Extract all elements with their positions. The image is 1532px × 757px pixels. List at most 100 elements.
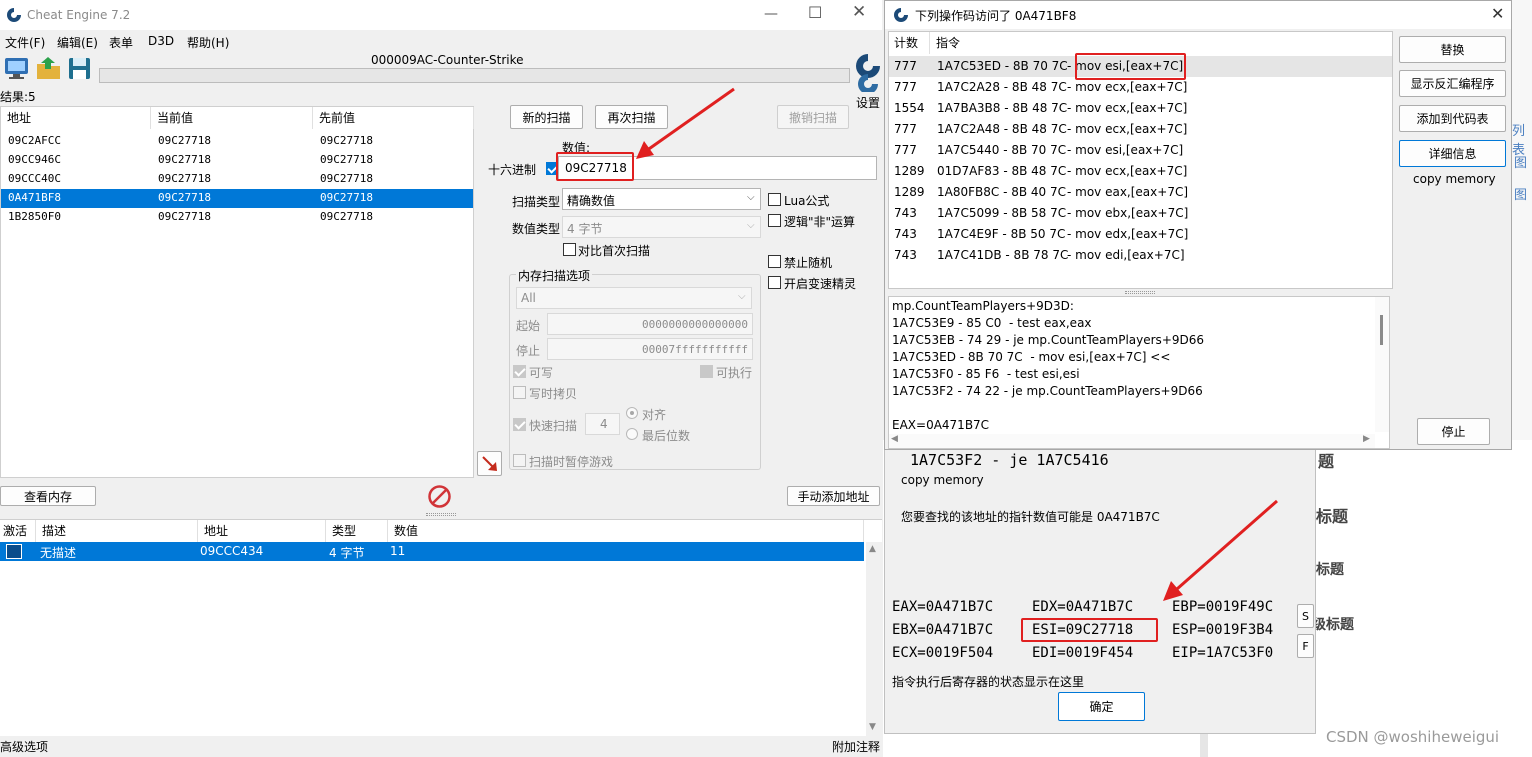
executable-checkbox[interactable] [700, 365, 713, 378]
computer-icon [5, 58, 28, 79]
fast-scan-input[interactable]: 4 [585, 413, 620, 435]
clear-list-button[interactable] [427, 484, 452, 509]
show-disassembler-button[interactable]: 显示反汇编程序 [1399, 70, 1506, 97]
opcode-row[interactable]: 743 1A7C5099 - 8B 58 7C - mov ebx,[eax+7C] [889, 203, 1392, 224]
more-info-button[interactable]: 详细信息 [1399, 140, 1506, 167]
menu-edit[interactable]: 编辑(E) [57, 34, 98, 51]
result-row[interactable]: 1B2850F0 09C27718 09C27718 [1, 208, 473, 227]
table-header-type[interactable]: 类型 [326, 520, 388, 542]
dialog-close-button[interactable]: ✕ [1491, 4, 1504, 23]
opcode-instruction: - mov edx,[eax+7C] [1067, 227, 1189, 241]
logic-not-checkbox[interactable] [768, 214, 781, 227]
opcode-instruction: - mov ecx,[eax+7C] [1067, 164, 1188, 178]
fast-scan-checkbox[interactable] [513, 418, 526, 431]
detail-hscroll[interactable]: ◀ ▶ [889, 434, 1375, 448]
active-checkbox[interactable] [6, 544, 22, 559]
ok-button[interactable]: 确定 [1058, 692, 1145, 721]
f-button[interactable]: F [1297, 634, 1314, 658]
scroll-right-icon[interactable]: ▶ [1363, 434, 1370, 444]
results-header-address[interactable]: 地址 [1, 107, 151, 129]
minimize-button[interactable]: — [764, 6, 778, 22]
memory-region-select[interactable]: All ⌵ [516, 287, 752, 309]
dialog-copy-memory[interactable]: copy memory [1413, 172, 1496, 186]
detail-line: 1A7C53EB - 74 29 - je mp.CountTeamPlayer… [892, 333, 1205, 347]
address-table[interactable]: 激活 描述 地址 类型 数值 无描述 09CCC434 4 字节 11 ▲ ▼ [0, 519, 882, 736]
add-selected-to-list-button[interactable] [477, 451, 502, 476]
table-header-active[interactable]: 激活 [0, 520, 36, 542]
advanced-options[interactable]: 高级选项 [0, 738, 48, 755]
table-comments[interactable]: 附加注释 [832, 738, 880, 755]
compare-first-checkbox[interactable] [563, 243, 576, 256]
start-address-input[interactable]: 0000000000000000 [547, 313, 753, 335]
settings-button[interactable]: 设置 [853, 52, 883, 110]
writable-label: 可写 [529, 366, 554, 380]
results-header-previous[interactable]: 先前值 [313, 107, 474, 129]
cheat-engine-window: Cheat Engine 7.2 — ☐ ✕ 文件(F) 编辑(E) 表单 D3… [0, 0, 882, 757]
opcode-row[interactable]: 777 1A7C2A48 - 8B 48 7C - mov ecx,[eax+7C] [889, 119, 1392, 140]
opcode-header-count[interactable]: 计数 [889, 32, 930, 54]
lua-formula-label: Lua公式 [784, 194, 830, 208]
opcode-row[interactable]: 1554 1A7BA3B8 - 8B 48 7C - mov ecx,[eax+7C… [889, 98, 1392, 119]
maximize-button[interactable]: ☐ [808, 3, 822, 22]
opcode-header-instruction[interactable]: 指令 [930, 32, 1392, 54]
last-digits-label: 最后位数 [642, 429, 691, 443]
scroll-down-icon[interactable]: ▼ [869, 722, 876, 732]
memory-options-title: 内存扫描选项 [516, 267, 593, 284]
table-row[interactable]: 无描述 09CCC434 4 字节 11 [0, 542, 864, 561]
copy-on-write-checkbox[interactable] [513, 386, 526, 399]
table-header-address[interactable]: 地址 [198, 520, 326, 542]
table-header-description[interactable]: 描述 [36, 520, 198, 542]
add-to-codelist-button[interactable]: 添加到代码表 [1399, 105, 1506, 132]
info-code-line: 1A7C53F2 - je 1A7C5416 [910, 451, 1109, 469]
opcode-row[interactable]: 1289 01D7AF83 - 8B 48 7C - mov ecx,[eax+7C… [889, 161, 1392, 182]
view-memory-button[interactable]: 查看内存 [0, 486, 96, 506]
detail-pane[interactable]: mp.CountTeamPlayers+9D3D: 1A7C53E9 - 85 C… [888, 296, 1390, 449]
lua-formula-checkbox[interactable] [768, 193, 781, 206]
close-button[interactable]: ✕ [852, 2, 866, 22]
no-random-checkbox[interactable] [768, 255, 781, 268]
opcode-row[interactable]: 1289 1A80FB8C - 8B 40 7C - mov eax,[eax+7C… [889, 182, 1392, 203]
writable-checkbox[interactable] [513, 365, 526, 378]
pause-game-checkbox[interactable] [513, 454, 526, 467]
opcode-row[interactable]: 743 1A7C4E9F - 8B 50 7C - mov edx,[eax+7C] [889, 224, 1392, 245]
s-button[interactable]: S [1297, 604, 1314, 628]
results-list[interactable]: 地址 当前值 先前值 09C2AFCC 09C27718 09C27718 09… [0, 106, 474, 478]
table-scrollbar[interactable]: ▲ ▼ [866, 542, 882, 736]
menu-file[interactable]: 文件(F) [5, 34, 45, 51]
open-file-button[interactable] [35, 55, 62, 82]
stop-button[interactable]: 停止 [1417, 418, 1490, 445]
opcode-row[interactable]: 777 1A7C2A28 - 8B 48 7C - mov ecx,[eax+7C] [889, 77, 1392, 98]
table-header-value[interactable]: 数值 [388, 520, 864, 542]
add-address-manually-button[interactable]: 手动添加地址 [787, 486, 880, 506]
results-header-current[interactable]: 当前值 [151, 107, 313, 129]
opcode-row[interactable]: 743 1A7C41DB - 8B 78 7C - mov edi,[eax+7C] [889, 245, 1392, 266]
new-scan-button[interactable]: 新的扫描 [510, 105, 583, 129]
save-button[interactable] [66, 55, 93, 82]
undo-scan-button[interactable]: 撤销扫描 [777, 105, 849, 129]
open-process-button[interactable] [3, 55, 30, 82]
scan-type-select[interactable]: 精确数值 ⌵ [562, 188, 761, 210]
result-row[interactable]: 09CC946C 09C27718 09C27718 [1, 151, 473, 170]
info-copy-memory[interactable]: copy memory [901, 473, 984, 487]
replace-button[interactable]: 替换 [1399, 36, 1506, 63]
detail-line: 1A7C53ED - 8B 70 7C - mov esi,[eax+7C] <… [892, 350, 1171, 364]
stop-address-input[interactable]: 00007fffffffffff [547, 338, 753, 360]
last-digits-radio[interactable] [626, 428, 638, 440]
result-row[interactable]: 09CCC40C 09C27718 09C27718 [1, 170, 473, 189]
opcode-row[interactable]: 777 1A7C5440 - 8B 70 7C - mov esi,[eax+7C] [889, 140, 1392, 161]
list-splitter[interactable] [1125, 291, 1155, 294]
logic-not-label: 逻辑"非"运算 [784, 215, 856, 229]
result-row-selected[interactable]: 0A471BF8 09C27718 09C27718 [1, 189, 473, 208]
menu-table[interactable]: 表单 [109, 34, 133, 51]
scroll-up-icon[interactable]: ▲ [869, 544, 876, 554]
menu-d3d[interactable]: D3D [148, 34, 174, 48]
value-type-select[interactable]: 4 字节 ⌵ [562, 216, 761, 238]
splitter-handle[interactable] [426, 513, 456, 516]
result-row[interactable]: 09C2AFCC 09C27718 09C27718 [1, 132, 473, 151]
scroll-left-icon[interactable]: ◀ [891, 434, 898, 444]
align-radio[interactable] [626, 407, 638, 419]
csdn-watermark: CSDN @woshiheweigui [1326, 728, 1500, 746]
menu-help[interactable]: 帮助(H) [187, 34, 229, 51]
speedhack-checkbox[interactable] [768, 276, 781, 289]
detail-vscroll[interactable] [1375, 297, 1389, 432]
